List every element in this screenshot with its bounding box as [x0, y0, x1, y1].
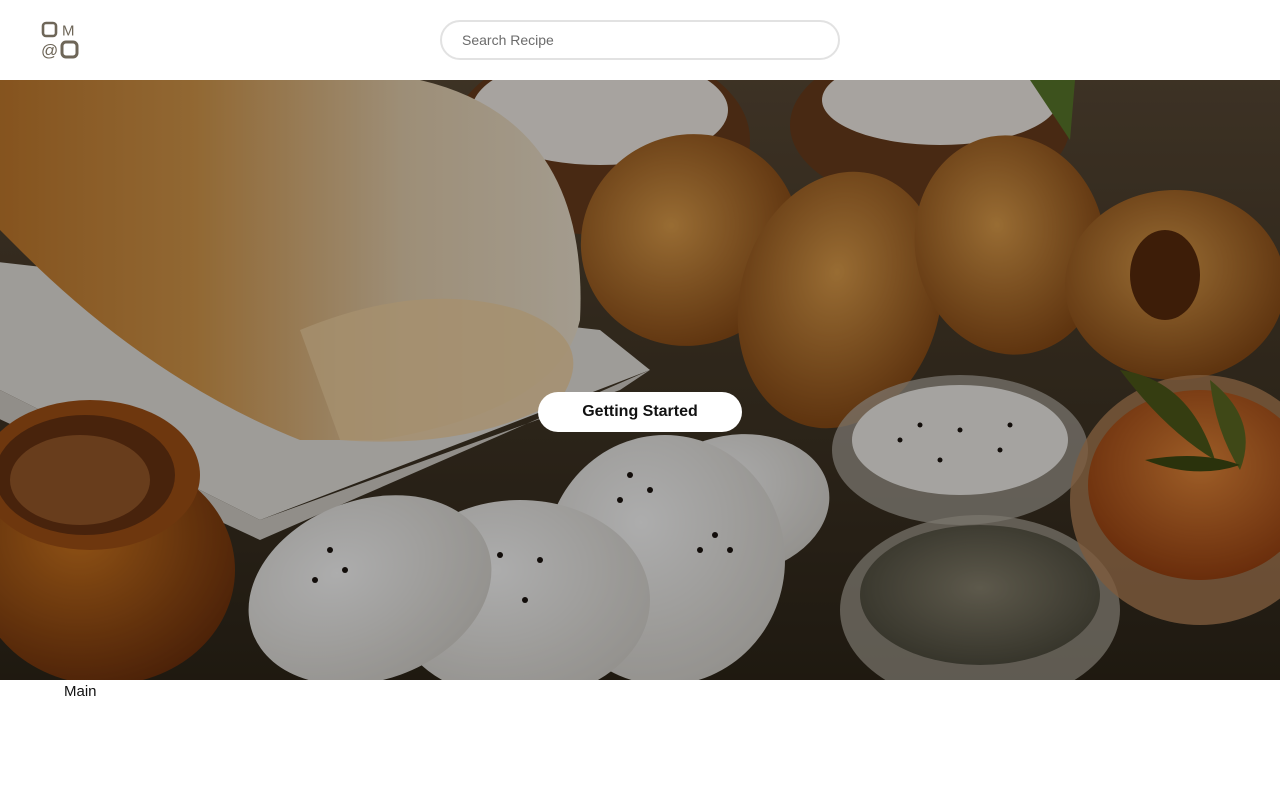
- hero-dark-overlay: [0, 80, 1280, 680]
- top-header: M @: [0, 0, 1280, 80]
- logo-icon: M @: [41, 21, 79, 60]
- main-section-label: Main: [64, 683, 97, 700]
- getting-started-button[interactable]: Getting Started: [538, 392, 742, 432]
- svg-text:M: M: [62, 23, 75, 40]
- app-logo[interactable]: M @: [40, 20, 80, 60]
- svg-text:@: @: [41, 41, 58, 60]
- hero-banner: Getting Started: [0, 80, 1280, 680]
- search-input[interactable]: [440, 20, 840, 60]
